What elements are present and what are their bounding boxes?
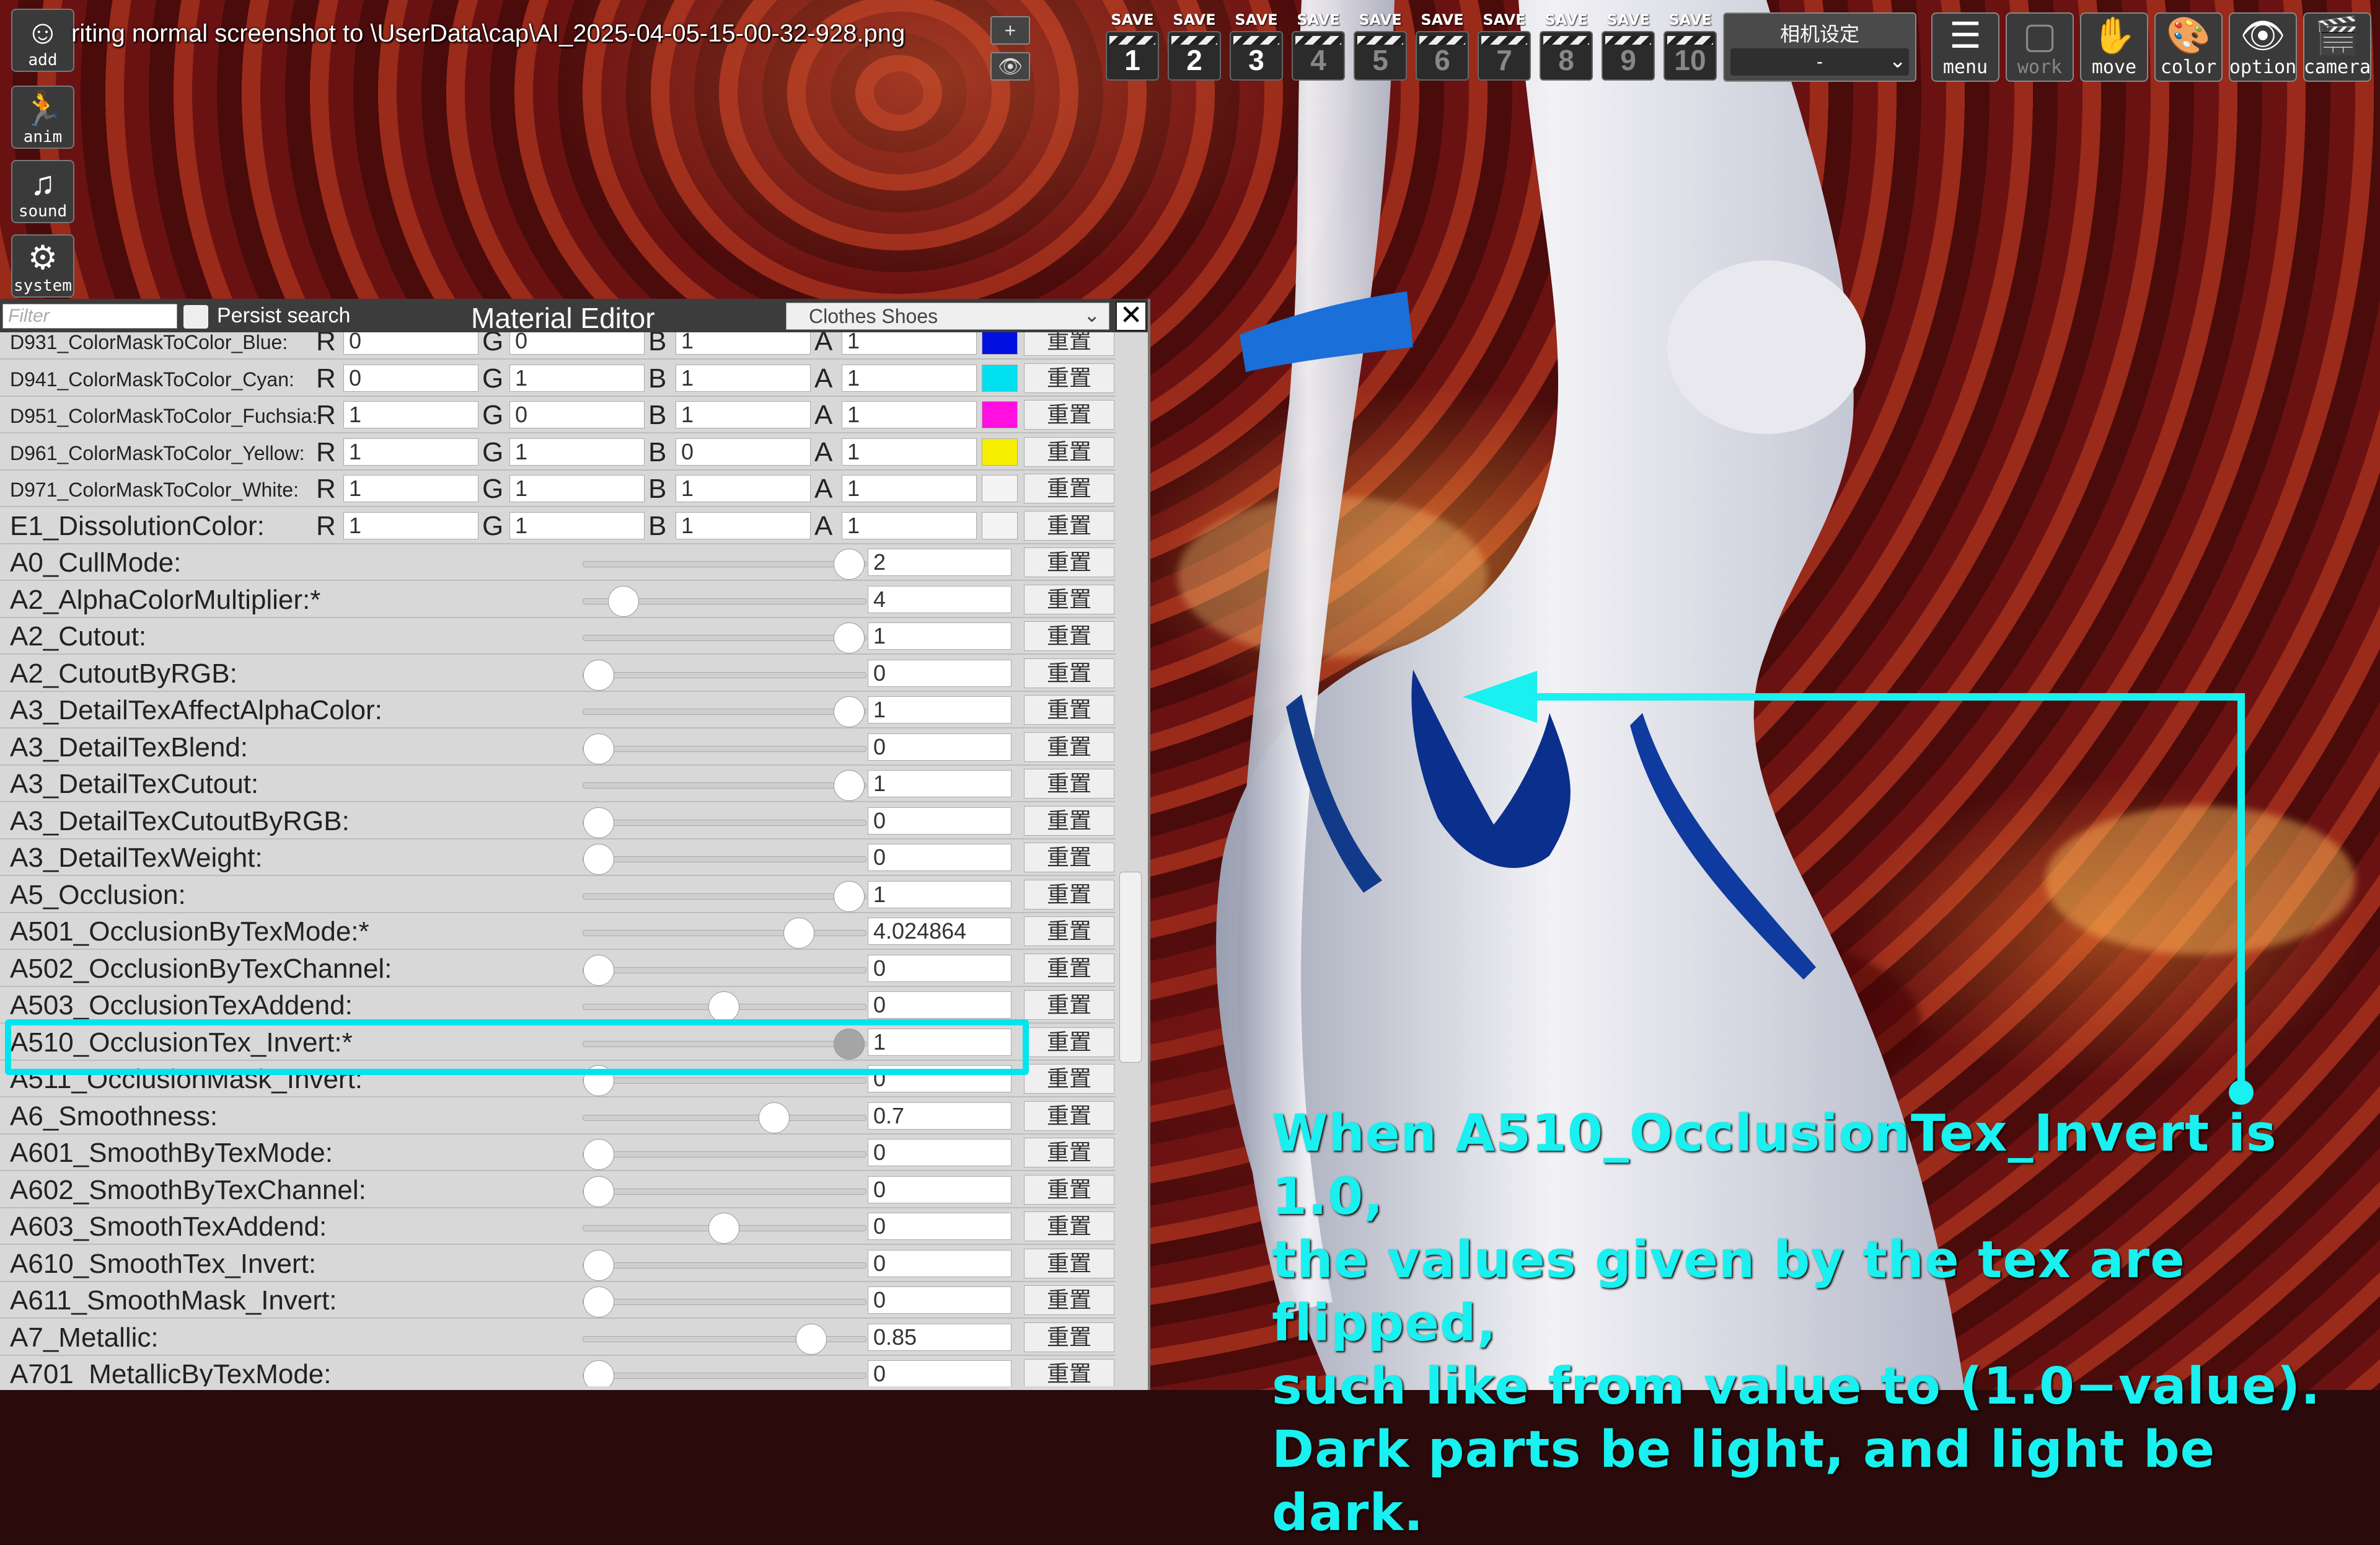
annotation-text: When A510_OcclusionTex_Invert is 1.0, th… bbox=[1272, 1102, 2363, 1545]
annotation-line: the values given by the tex are flipped, bbox=[1272, 1231, 2185, 1353]
annotation-line: When A510_OcclusionTex_Invert is 1.0, bbox=[1272, 1104, 2277, 1226]
annotation-line: Dark parts be light, and light be dark. bbox=[1272, 1420, 2216, 1543]
annotation-line: such like from value to (1.0−value). bbox=[1272, 1357, 2321, 1416]
